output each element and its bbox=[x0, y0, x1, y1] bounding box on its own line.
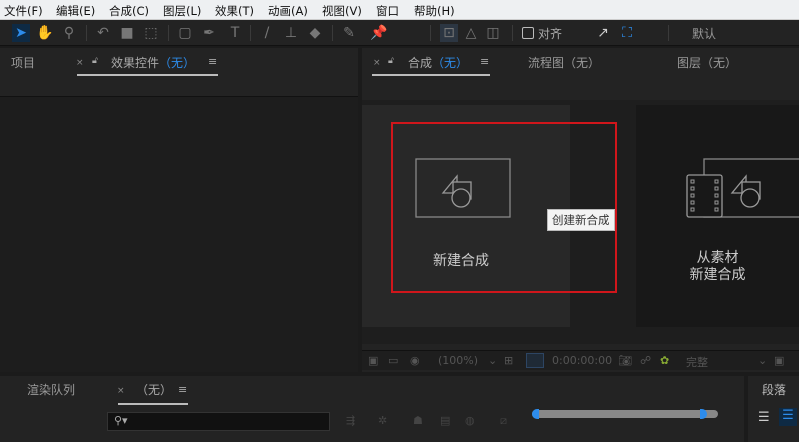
snap-frame-icon[interactable]: ⛶ bbox=[618, 24, 636, 42]
new-composition-label[interactable]: 新建合成 bbox=[433, 250, 489, 270]
channel-icon[interactable]: ✿ bbox=[660, 354, 669, 367]
world-axis-icon[interactable]: △ bbox=[462, 24, 480, 42]
effects-panel: 项目 × 🔓︎ 效果控件（无） ≡ bbox=[0, 48, 358, 372]
close-tab-icon[interactable]: × bbox=[117, 386, 125, 396]
frame-blending-icon[interactable]: ▤ bbox=[440, 414, 450, 427]
roto-brush-tool-icon[interactable]: ✎ bbox=[340, 24, 358, 42]
lock-icon[interactable]: 🔓︎ bbox=[388, 56, 394, 66]
puppet-pin-tool-icon[interactable]: 📌 bbox=[370, 24, 388, 42]
tab-layer[interactable]: 图层（无） bbox=[677, 54, 737, 71]
end-handle[interactable] bbox=[700, 409, 707, 419]
pan-behind-tool-icon[interactable]: ⬚ bbox=[142, 24, 160, 42]
always-preview-icon[interactable]: ▣ bbox=[368, 354, 378, 367]
tab-flowchart[interactable]: 流程图（无） bbox=[528, 54, 600, 71]
hand-tool-icon[interactable]: ✋ bbox=[36, 24, 54, 42]
menu-layer[interactable]: 图层(L) bbox=[163, 3, 201, 19]
viewer-footer: ▣ ▭ ◉ (100%) ⌄ ⊞ 0:00:00:00 📷︎ ☍ ✿ 完整 ⌄ … bbox=[362, 350, 799, 370]
time-navigator-slider[interactable] bbox=[532, 409, 718, 419]
zoom-select[interactable]: (100%) bbox=[438, 354, 478, 367]
camera-tool-icon[interactable]: ■ bbox=[118, 24, 136, 42]
shy-layers-icon[interactable]: ☗ bbox=[413, 414, 423, 427]
timecode[interactable]: 0:00:00:00 bbox=[552, 354, 612, 367]
text-tool-icon[interactable]: T bbox=[226, 24, 244, 42]
motion-blur-icon[interactable]: ◍ bbox=[465, 414, 475, 427]
new-comp-from-footage-label[interactable]: 从素材 新建合成 bbox=[636, 250, 799, 284]
tooltip: 创建新合成 bbox=[547, 209, 615, 231]
align-left-icon[interactable]: ☰ bbox=[758, 410, 770, 425]
start-handle[interactable] bbox=[532, 409, 539, 419]
menu-file[interactable]: 文件(F) bbox=[4, 3, 43, 19]
menu-window[interactable]: 窗口 bbox=[376, 3, 399, 19]
menu-view[interactable]: 视图(V) bbox=[322, 3, 362, 19]
tab-render-queue[interactable]: 渲染队列 bbox=[27, 381, 75, 398]
rectangle-tool-icon[interactable]: ▢ bbox=[176, 24, 194, 42]
menu-bar: 文件(F) 编辑(E) 合成(C) 图层(L) 效果(T) 动画(A) 视图(V… bbox=[0, 0, 799, 20]
timeline-panel: 渲染队列 × （无） ≡ ⚲▾ ⇶ ✲ ☗ ▤ ◍ ⧄ bbox=[0, 376, 744, 442]
fast-preview-icon[interactable]: ▣ bbox=[774, 354, 784, 367]
tab-project[interactable]: 项目 bbox=[11, 54, 35, 71]
show-snapshot-icon[interactable]: ☍ bbox=[640, 354, 651, 367]
composition-panel: × 🔓︎ 合成（无） ≡ 流程图（无） 图层（无） 新建合成 创建新合成 从素材… bbox=[362, 48, 799, 372]
grid-icon[interactable]: ⊞ bbox=[504, 354, 513, 367]
local-axis-icon[interactable]: ⊡ bbox=[440, 24, 458, 42]
tab-timeline[interactable]: （无） bbox=[136, 381, 172, 398]
tab-paragraph[interactable]: 段落 bbox=[762, 381, 786, 398]
draft-3d-icon[interactable]: ✲ bbox=[378, 414, 387, 427]
menu-effect[interactable]: 效果(T) bbox=[215, 3, 254, 19]
snap-options-icon[interactable]: ↗ bbox=[594, 24, 612, 42]
graph-editor-icon[interactable]: ⧄ bbox=[500, 414, 507, 428]
tab-effect-controls[interactable]: 效果控件（无） bbox=[111, 54, 195, 71]
selection-tool-icon[interactable]: ➤ bbox=[12, 24, 30, 42]
monitor-icon[interactable]: ▭ bbox=[388, 354, 398, 367]
brush-tool-icon[interactable]: / bbox=[258, 24, 276, 42]
tab-composition[interactable]: 合成（无） bbox=[408, 54, 468, 71]
view-axis-icon[interactable]: ◫ bbox=[484, 24, 502, 42]
chevron-down-icon: ⌄ bbox=[758, 354, 768, 367]
snapshot-icon[interactable]: 📷︎ bbox=[618, 354, 632, 367]
panel-menu-icon[interactable]: ≡ bbox=[208, 55, 217, 68]
new-comp-from-footage-icon bbox=[686, 158, 799, 218]
clone-stamp-tool-icon[interactable]: ⊥ bbox=[282, 24, 300, 42]
menu-animation[interactable]: 动画(A) bbox=[268, 3, 308, 19]
pen-tool-icon[interactable]: ✒ bbox=[200, 24, 218, 42]
align-center-icon[interactable]: ☰ bbox=[779, 408, 797, 426]
menu-composition[interactable]: 合成(C) bbox=[109, 3, 149, 19]
eraser-tool-icon[interactable]: ◆ bbox=[306, 24, 324, 42]
workspace-default[interactable]: 默认 bbox=[692, 25, 716, 42]
comp-flowchart-icon[interactable]: ⇶ bbox=[346, 414, 355, 427]
close-tab-icon[interactable]: × bbox=[373, 58, 381, 68]
lock-icon[interactable]: 🔓︎ bbox=[92, 56, 98, 66]
zoom-tool-icon[interactable]: ⚲ bbox=[60, 24, 78, 42]
close-tab-icon[interactable]: × bbox=[76, 58, 84, 68]
panel-menu-icon[interactable]: ≡ bbox=[480, 55, 489, 68]
snap-label: 对齐 bbox=[538, 27, 563, 41]
new-composition-icon bbox=[415, 158, 511, 218]
paragraph-panel: 段落 ☰ ☰ bbox=[748, 376, 799, 442]
region-of-interest-icon[interactable] bbox=[526, 353, 544, 368]
chevron-down-icon: ⌄ bbox=[488, 354, 498, 367]
toolbar: ➤ ✋ ⚲ ↶ ■ ⬚ ▢ ✒ T / ⊥ ◆ ✎ 📌 ⊡ △ ◫ 对齐 ↗ ⛶… bbox=[0, 20, 799, 46]
mask-icon[interactable]: ◉ bbox=[410, 354, 420, 367]
panel-menu-icon[interactable]: ≡ bbox=[178, 383, 187, 396]
rotate-tool-icon[interactable]: ↶ bbox=[94, 24, 112, 42]
search-input[interactable]: ⚲▾ bbox=[107, 412, 330, 431]
resolution-select[interactable]: 完整 bbox=[686, 354, 708, 370]
search-icon: ⚲▾ bbox=[114, 414, 128, 427]
snap-checkbox[interactable] bbox=[522, 27, 534, 39]
menu-edit[interactable]: 编辑(E) bbox=[56, 3, 95, 19]
menu-help[interactable]: 帮助(H) bbox=[414, 3, 455, 19]
